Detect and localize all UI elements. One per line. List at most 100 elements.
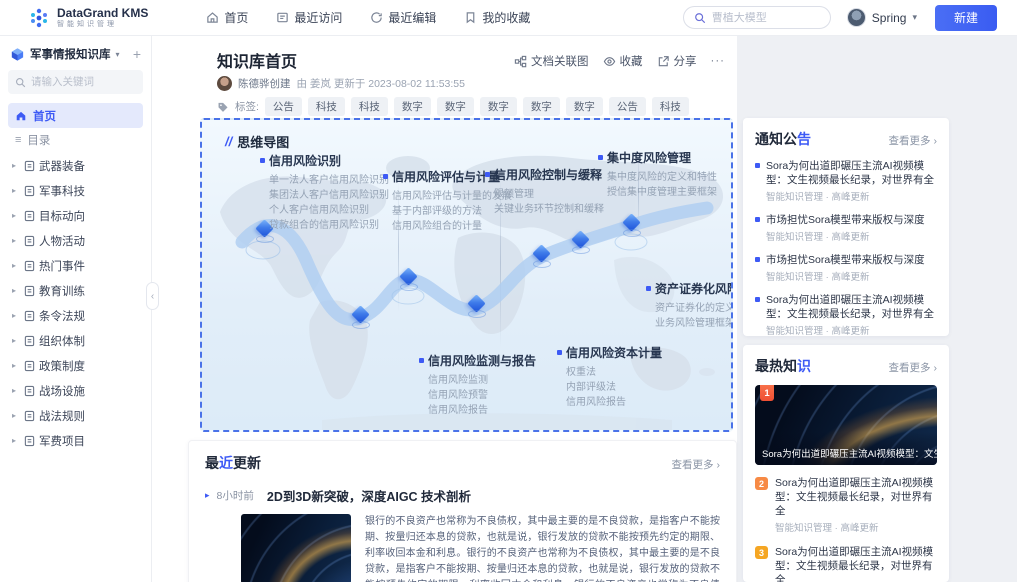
sidebar-tree-item[interactable]: ▸ 军费项目: [8, 428, 143, 453]
top-nav-favorites[interactable]: 我的收藏: [464, 9, 530, 26]
mindmap-node[interactable]: 信用风险控制与缓释限额管理关键业务环节控制和缓释: [485, 166, 604, 217]
article-thumbnail[interactable]: [241, 514, 351, 582]
recent-item-header[interactable]: ▸ 8小时前 2D到3D新突破，深度AIGC 技术剖析: [205, 486, 720, 505]
caret-icon[interactable]: ▸: [12, 161, 20, 170]
notice-title[interactable]: 市场担忧Sora模型带来版权与深度: [766, 213, 925, 227]
tag-icon: [217, 101, 229, 113]
sidebar-tree-item[interactable]: ▸ 教育训练: [8, 278, 143, 303]
doc-relation-graph-button[interactable]: 文档关联图: [514, 53, 589, 69]
node-bullet-icon: [485, 172, 490, 177]
notice-item[interactable]: Sora为何出道即碾压主流AI视频模型：文生视频最长纪录，对世界有全 智能知识管…: [755, 159, 937, 203]
caret-icon[interactable]: ▸: [12, 386, 20, 395]
hot-item[interactable]: 3 Sora为何出道即碾压主流AI视频模型：文生视频最长纪录，对世界有全 智能知…: [755, 545, 937, 582]
tag-pill[interactable]: 公告: [609, 97, 646, 116]
mindmap-node-child: 授信集中度管理主要框架: [598, 185, 717, 200]
tag-pill[interactable]: 公告: [265, 97, 302, 116]
sidebar-collapse-handle[interactable]: ‹: [146, 282, 159, 310]
top-nav-recent-edits[interactable]: 最近编辑: [370, 9, 436, 26]
sidebar-tree-item[interactable]: ▸ 条令法规: [8, 303, 143, 328]
notice-title[interactable]: Sora为何出道即碾压主流AI视频模型：文生视频最长纪录，对世界有全: [766, 159, 937, 187]
mindmap-node-child: 内部评级法: [557, 380, 662, 395]
page: DataGrand KMS 智能知识管理 首页 最近访问 最近编辑 我的收藏: [0, 0, 1017, 582]
top-nav-label: 首页: [224, 9, 248, 26]
new-button[interactable]: 新建: [935, 5, 997, 31]
recent-item-title[interactable]: 2D到3D新突破，深度AIGC 技术剖析: [267, 486, 471, 505]
global-search[interactable]: [683, 6, 831, 29]
mindmap-panel[interactable]: // 思维导图 信用风险识别单一法人客户信用风险识别集团法人客户信用风险识别个人…: [200, 118, 733, 432]
caret-icon[interactable]: ▸: [12, 336, 20, 345]
tag-pill[interactable]: 数字: [566, 97, 603, 116]
tags-label: 标签:: [235, 99, 259, 114]
caret-icon[interactable]: ▸: [12, 286, 20, 295]
mindmap-node-title: 信用风险控制与缓释: [494, 166, 602, 183]
section-header: 最近更新 查看更多›: [205, 453, 720, 473]
tag-pill[interactable]: 科技: [351, 97, 388, 116]
mindmap-node-child: 权重法: [557, 365, 662, 380]
add-kb-button[interactable]: +: [133, 49, 141, 59]
global-search-input[interactable]: [712, 12, 820, 24]
directory-label: 目录: [27, 132, 50, 148]
hot-item-title[interactable]: Sora为何出道即碾压主流AI视频模型：文生视频最长纪录，对世界有全: [775, 476, 937, 518]
notice-title[interactable]: 市场担忧Sora模型带来版权与深度: [766, 253, 925, 267]
share-button[interactable]: 分享: [657, 53, 697, 69]
caret-icon[interactable]: ▸: [12, 311, 20, 320]
sidebar-tree-item[interactable]: ▸ 目标动向: [8, 203, 143, 228]
top-nav-recent-visits[interactable]: 最近访问: [276, 9, 342, 26]
mindmap-node[interactable]: 信用风险监测与报告信用风险监测信用风险预警信用风险报告: [419, 352, 536, 418]
doc-creator: 陈德骅创建: [238, 76, 291, 91]
caret-icon[interactable]: ▸: [12, 261, 20, 270]
mindmap-node-child: 贷款组合的信用风险识别: [260, 218, 389, 233]
user-menu[interactable]: Spring ▾: [847, 8, 917, 27]
hot-item-title[interactable]: Sora为何出道即碾压主流AI视频模型：文生视频最长纪录，对世界有全: [775, 545, 937, 582]
sidebar-tree-item[interactable]: ▸ 热门事件: [8, 253, 143, 278]
top-nav-home[interactable]: 首页: [206, 9, 248, 26]
logo-icon: [28, 7, 50, 29]
caret-icon[interactable]: ▸: [12, 436, 20, 445]
mindmap-node-child: 集中度风险的定义和特性: [598, 170, 717, 185]
mindmap-node-child: 业务风险管理框架: [646, 316, 733, 331]
notice-title[interactable]: Sora为何出道即碾压主流AI视频模型：文生视频最长纪录，对世界有全: [766, 293, 937, 321]
sidebar-tree-item[interactable]: ▸ 政策制度: [8, 353, 143, 378]
sidebar-search-input[interactable]: [31, 76, 136, 88]
caret-icon[interactable]: ▸: [12, 411, 20, 420]
sidebar-tree-item[interactable]: ▸ 组织体制: [8, 328, 143, 353]
caret-icon[interactable]: ▸: [12, 361, 20, 370]
view-more-link[interactable]: 查看更多›: [889, 133, 938, 148]
view-more-link[interactable]: 查看更多›: [672, 457, 721, 472]
featured-knowledge-card[interactable]: 1 Sora为何出道即碾压主流AI视频模型：文生视频最...: [755, 385, 937, 465]
doc-icon: [24, 210, 35, 222]
view-more-link[interactable]: 查看更多›: [889, 360, 938, 375]
caret-icon[interactable]: ▸: [12, 211, 20, 220]
sidebar-tree-item[interactable]: ▸ 人物活动: [8, 228, 143, 253]
featured-title: Sora为何出道即碾压主流AI视频模型：文生视频最...: [755, 432, 937, 465]
tag-pill[interactable]: 数字: [394, 97, 431, 116]
tag-pill[interactable]: 科技: [652, 97, 689, 116]
mindmap-node[interactable]: 资产证券化风险管理资产证券化的定义和分类业务风险管理框架: [646, 280, 733, 331]
tree-item-label: 军事科技: [39, 183, 85, 199]
mindmap-node[interactable]: 信用风险识别单一法人客户信用风险识别集团法人客户信用风险识别个人客户信用风险识别…: [260, 152, 389, 233]
sidebar-item-home[interactable]: 首页: [8, 103, 143, 128]
kb-switcher[interactable]: 军事情报知识库 ▾ +: [8, 44, 143, 70]
caret-icon[interactable]: ▸: [12, 236, 20, 245]
sidebar-tree-item[interactable]: ▸ 战场设施: [8, 378, 143, 403]
hot-item[interactable]: 2 Sora为何出道即碾压主流AI视频模型：文生视频最长纪录，对世界有全 智能知…: [755, 476, 937, 534]
sidebar-directory[interactable]: ≡ 目录: [8, 128, 143, 152]
notice-item[interactable]: 市场担忧Sora模型带来版权与深度 智能知识管理 · 高峰更新: [755, 213, 937, 243]
tag-pill[interactable]: 数字: [437, 97, 474, 116]
mindmap-node[interactable]: 集中度风险管理集中度风险的定义和特性授信集中度管理主要框架: [598, 149, 717, 200]
sidebar-tree-item[interactable]: ▸ 军事科技: [8, 178, 143, 203]
sidebar-search[interactable]: [8, 70, 143, 94]
notice-item[interactable]: 市场担忧Sora模型带来版权与深度 智能知识管理 · 高峰更新: [755, 253, 937, 283]
tag-pill[interactable]: 数字: [523, 97, 560, 116]
caret-icon[interactable]: ▸: [12, 186, 20, 195]
mindmap-node[interactable]: 信用风险资本计量权重法内部评级法信用风险报告: [557, 344, 662, 410]
collect-button[interactable]: 收藏: [603, 53, 643, 69]
map-marker-icon: [623, 216, 641, 236]
recent-visits-icon: [276, 11, 289, 24]
tag-pill[interactable]: 科技: [308, 97, 345, 116]
notice-item[interactable]: Sora为何出道即碾压主流AI视频模型：文生视频最长纪录，对世界有全 智能知识管…: [755, 293, 937, 336]
more-actions-button[interactable]: ···: [711, 55, 726, 67]
sidebar-tree-item[interactable]: ▸ 武器装备: [8, 153, 143, 178]
sidebar-tree-item[interactable]: ▸ 战法规则: [8, 403, 143, 428]
tag-pill[interactable]: 数字: [480, 97, 517, 116]
